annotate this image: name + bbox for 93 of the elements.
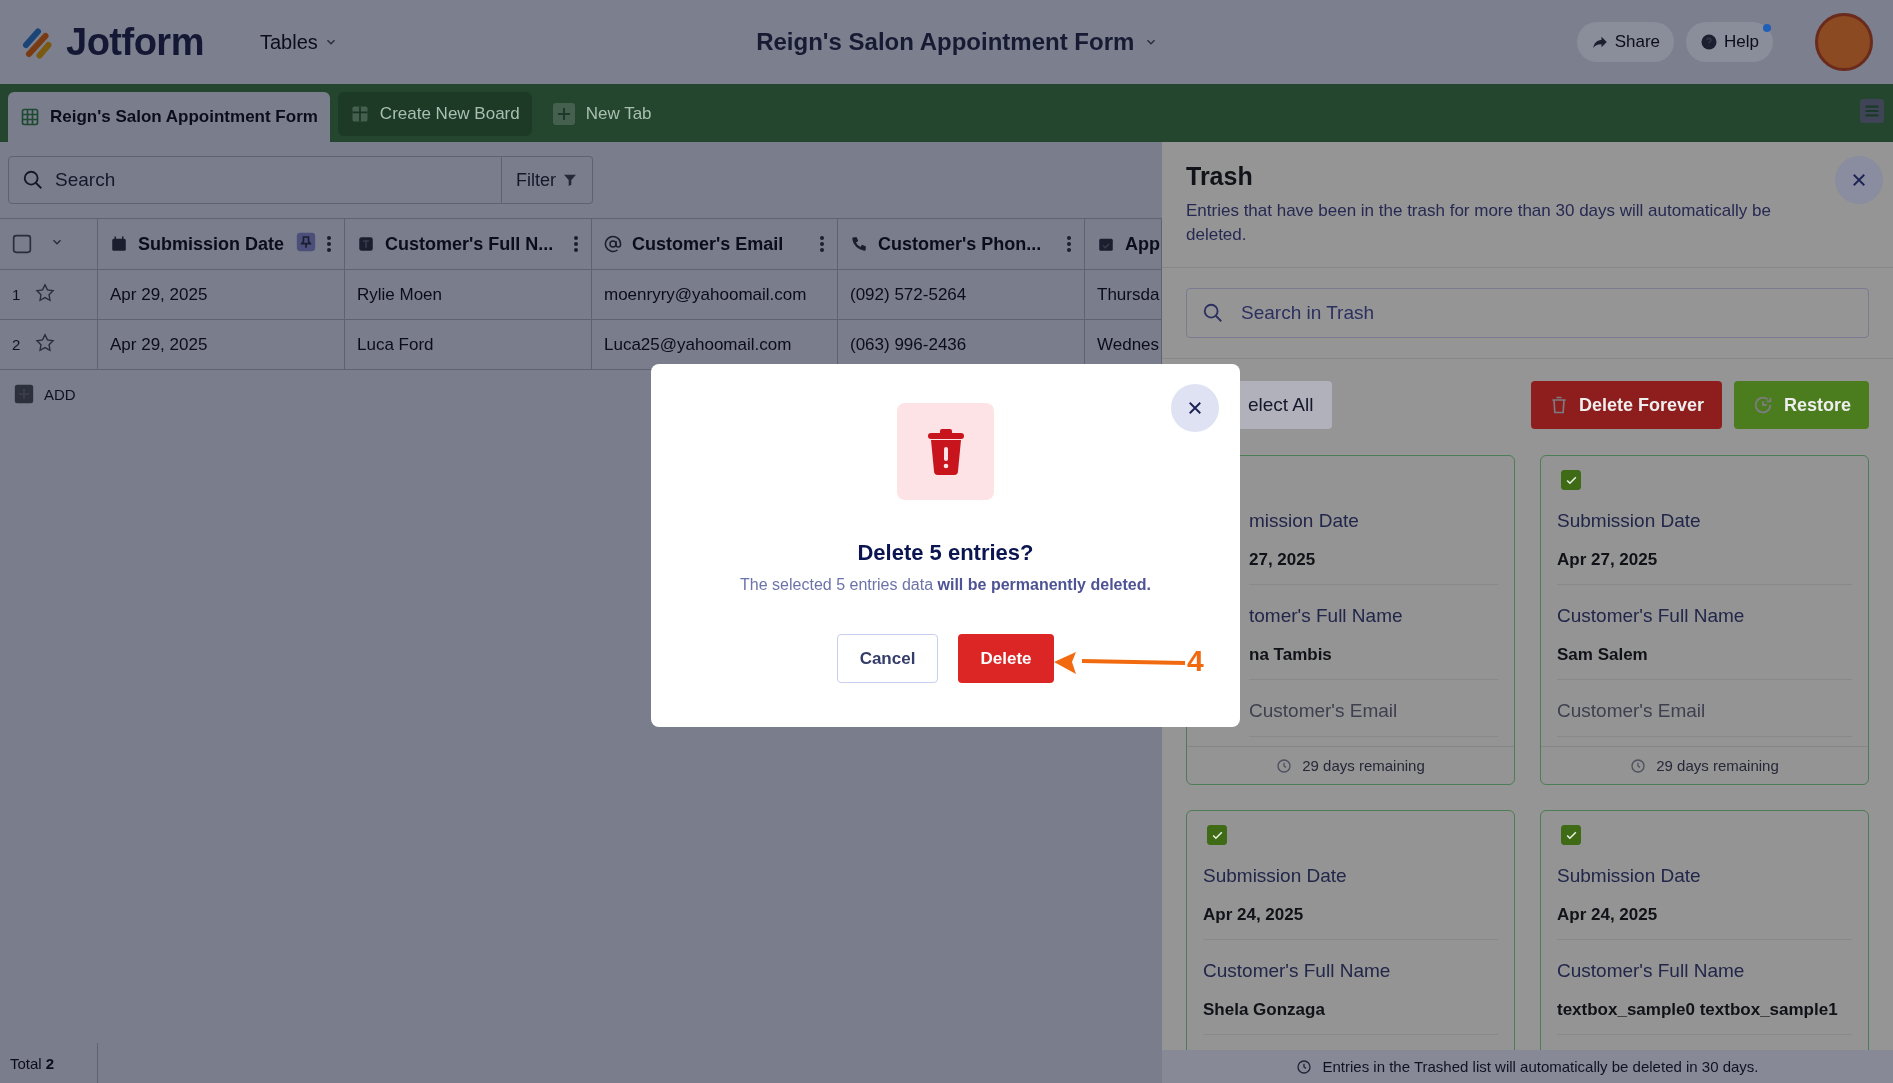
cancel-button[interactable]: Cancel	[837, 634, 938, 683]
add-row-button[interactable]: ADD	[14, 384, 76, 404]
field-value: Apr 24, 2025	[1557, 905, 1659, 925]
table-icon	[20, 107, 40, 127]
phone-icon	[850, 235, 868, 253]
field-label: Customer's Email	[1557, 700, 1707, 722]
search-icon	[22, 169, 44, 191]
search-field[interactable]: Search	[8, 156, 502, 204]
panel-title: Trash	[1186, 162, 1254, 191]
checkbox[interactable]	[1561, 470, 1581, 490]
more-icon	[326, 234, 332, 254]
plus-icon	[551, 102, 576, 126]
close-button[interactable]	[1171, 384, 1219, 432]
trash-search-field[interactable]: Search in Trash	[1186, 288, 1869, 338]
star-icon	[34, 281, 57, 304]
table-cell: Apr 29, 2025	[110, 334, 208, 355]
days-remaining: 29 days remaining	[1302, 757, 1425, 774]
dialog-title: Delete 5 entries?	[857, 540, 1034, 566]
field-value: 27, 2025	[1249, 550, 1317, 570]
annotation-number: 4	[1187, 644, 1204, 678]
delete-button[interactable]: Delete	[958, 634, 1054, 683]
field-value: Shela Gonzaga	[1203, 1000, 1326, 1020]
checkbox[interactable]	[1561, 825, 1581, 845]
close-button[interactable]	[1835, 156, 1883, 204]
field-label: Customer's Email	[1249, 700, 1399, 722]
close-icon	[1850, 171, 1868, 189]
tab[interactable]: Create New Board	[337, 92, 532, 136]
filter-button[interactable]: Filter	[502, 156, 593, 204]
restore-button[interactable]: Restore	[1733, 381, 1869, 429]
row-number: 2	[12, 336, 21, 353]
field-label: Customer's Full Name	[1557, 960, 1746, 982]
close-icon	[1186, 399, 1204, 417]
calendar-icon	[110, 235, 128, 253]
tab[interactable]: New Tab	[539, 92, 664, 136]
table-cell: Luca Ford	[357, 334, 434, 355]
checkbox[interactable]	[1207, 825, 1227, 845]
trash-card[interactable]: Submission Date Apr 27, 2025 Customer's Full Name Sam Salem Customer's Email 29 days remaining	[1540, 455, 1869, 785]
column-header[interactable]: Submission Date	[98, 218, 345, 270]
form-title[interactable]: Reign's Salon Appointment Form	[756, 28, 1159, 56]
panel-description: Entries that have been in the trash for more than 30 days will automatically be deleted.	[1186, 200, 1772, 246]
clock-icon	[1630, 757, 1647, 774]
field-label: Customer's Full Name	[1203, 960, 1392, 982]
table-cell: Thursda	[1097, 284, 1160, 305]
more-icon	[573, 234, 579, 254]
field-label: Submission Date	[1203, 865, 1348, 887]
field-value: Apr 27, 2025	[1557, 550, 1659, 570]
column-header[interactable]: Customer's Email	[592, 218, 838, 270]
help-icon	[1700, 33, 1719, 51]
pin-icon	[296, 232, 316, 252]
table-cell: (092) 572-5264	[850, 284, 967, 305]
column-header[interactable]: Customer's Full N...	[345, 218, 592, 270]
field-label: tomer's Full Name	[1249, 605, 1404, 627]
trash-card[interactable]: Submission Date Apr 24, 2025 Customer's Full Name textbox_sample0 textbox_sample1	[1540, 810, 1869, 1050]
field-value: Sam Salem	[1557, 645, 1649, 665]
field-label: Submission Date	[1557, 510, 1702, 532]
logo-text: Jotform	[66, 20, 204, 64]
field-value: Apr 24, 2025	[1203, 905, 1305, 925]
plus-icon	[14, 384, 34, 404]
table-cell: moenryry@yahoomail.com	[604, 284, 807, 305]
total-count: Total 2	[10, 1054, 55, 1072]
star-icon	[34, 331, 57, 354]
search-icon	[1202, 302, 1224, 324]
trash-footer-note: Entries in the Trashed list will automatically be deleted in 30 days.	[1322, 1058, 1759, 1075]
field-value: textbox_sample0 textbox_sample1	[1557, 1000, 1839, 1020]
trash-card[interactable]: Submission Date Apr 24, 2025 Customer's Full Name Shela Gonzaga	[1186, 810, 1515, 1050]
table-cell: Luca25@yahoomail.com	[604, 334, 792, 355]
text-icon	[357, 235, 375, 253]
filter-icon	[562, 172, 578, 188]
help-button[interactable]: Help	[1686, 22, 1773, 62]
table-cell: Wednes	[1097, 334, 1160, 355]
clock-icon	[1276, 757, 1293, 774]
more-icon	[819, 234, 825, 254]
clock-icon	[1296, 1058, 1313, 1075]
table-cell: Apr 29, 2025	[110, 284, 208, 305]
field-value: na Tambis	[1249, 645, 1333, 665]
avatar[interactable]	[1815, 13, 1873, 71]
more-icon	[1066, 234, 1072, 254]
delete-forever-button[interactable]: Delete Forever	[1530, 381, 1722, 429]
field-label: Submission Date	[1557, 865, 1702, 887]
dialog-message: The selected 5 entries data will be permanently deleted.	[740, 576, 1151, 594]
days-remaining: 29 days remaining	[1656, 757, 1779, 774]
tab[interactable]: Reign's Salon Appointment Form	[8, 92, 330, 142]
row-number: 1	[12, 286, 21, 303]
menu-icon	[1859, 98, 1885, 124]
field-label: Customer's Full Name	[1557, 605, 1746, 627]
table-cell: Rylie Moen	[357, 284, 443, 305]
trash-warning-icon	[897, 403, 994, 500]
field-label: mission Date	[1249, 510, 1360, 532]
tables-menu[interactable]: Tables	[260, 30, 338, 54]
at-sign-icon	[604, 235, 622, 253]
table-cell: (063) 996-2436	[850, 334, 967, 355]
share-button[interactable]: Share	[1576, 22, 1675, 62]
column-header[interactable]: Customer's Phon...	[838, 218, 1085, 270]
